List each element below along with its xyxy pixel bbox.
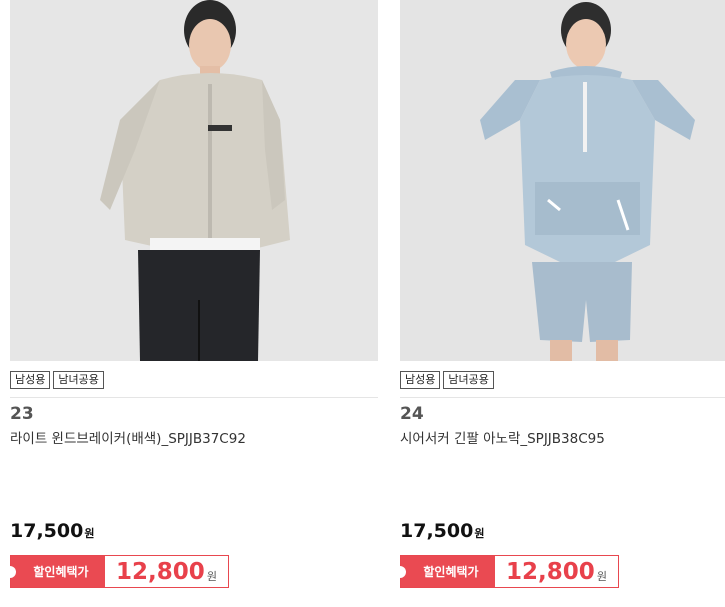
- product-name[interactable]: 라이트 윈드브레이커(배색)_SPJJB37C92: [10, 427, 246, 447]
- discount-currency: 원: [596, 569, 607, 583]
- discount-label: 할인혜택가: [4, 556, 105, 587]
- product-price: 17,500원: [10, 520, 94, 542]
- discount-currency: 원: [206, 569, 217, 583]
- discount-price-box: 할인혜택가 12,800 원: [394, 555, 619, 588]
- price-value: 17,500: [10, 520, 84, 542]
- discount-value: 12,800 원: [105, 556, 228, 587]
- discount-label: 할인혜택가: [394, 556, 495, 587]
- product-name[interactable]: 시어서커 긴팔 아노락_SPJJB38C95: [400, 427, 605, 447]
- price-currency: 원: [84, 527, 95, 540]
- tag-badge: 남성용: [10, 371, 51, 389]
- product-image[interactable]: [400, 0, 725, 361]
- product-tags: 남성용 남녀공용: [400, 371, 494, 389]
- discount-amount: 12,800: [116, 558, 205, 585]
- product-number: 24: [400, 404, 424, 424]
- price-value: 17,500: [400, 520, 474, 542]
- price-currency: 원: [474, 527, 485, 540]
- product-tags: 남성용 남녀공용: [10, 371, 104, 389]
- discount-value: 12,800 원: [495, 556, 618, 587]
- divider: [10, 397, 378, 398]
- divider: [400, 397, 725, 398]
- discount-price-box: 할인혜택가 12,800 원: [4, 555, 229, 588]
- tag-badge: 남성용: [400, 371, 441, 389]
- tag-badge: 남녀공용: [53, 371, 104, 389]
- product-image[interactable]: [10, 0, 378, 361]
- discount-amount: 12,800: [506, 558, 595, 585]
- product-price: 17,500원: [400, 520, 484, 542]
- tag-badge: 남녀공용: [443, 371, 494, 389]
- product-number: 23: [10, 404, 34, 424]
